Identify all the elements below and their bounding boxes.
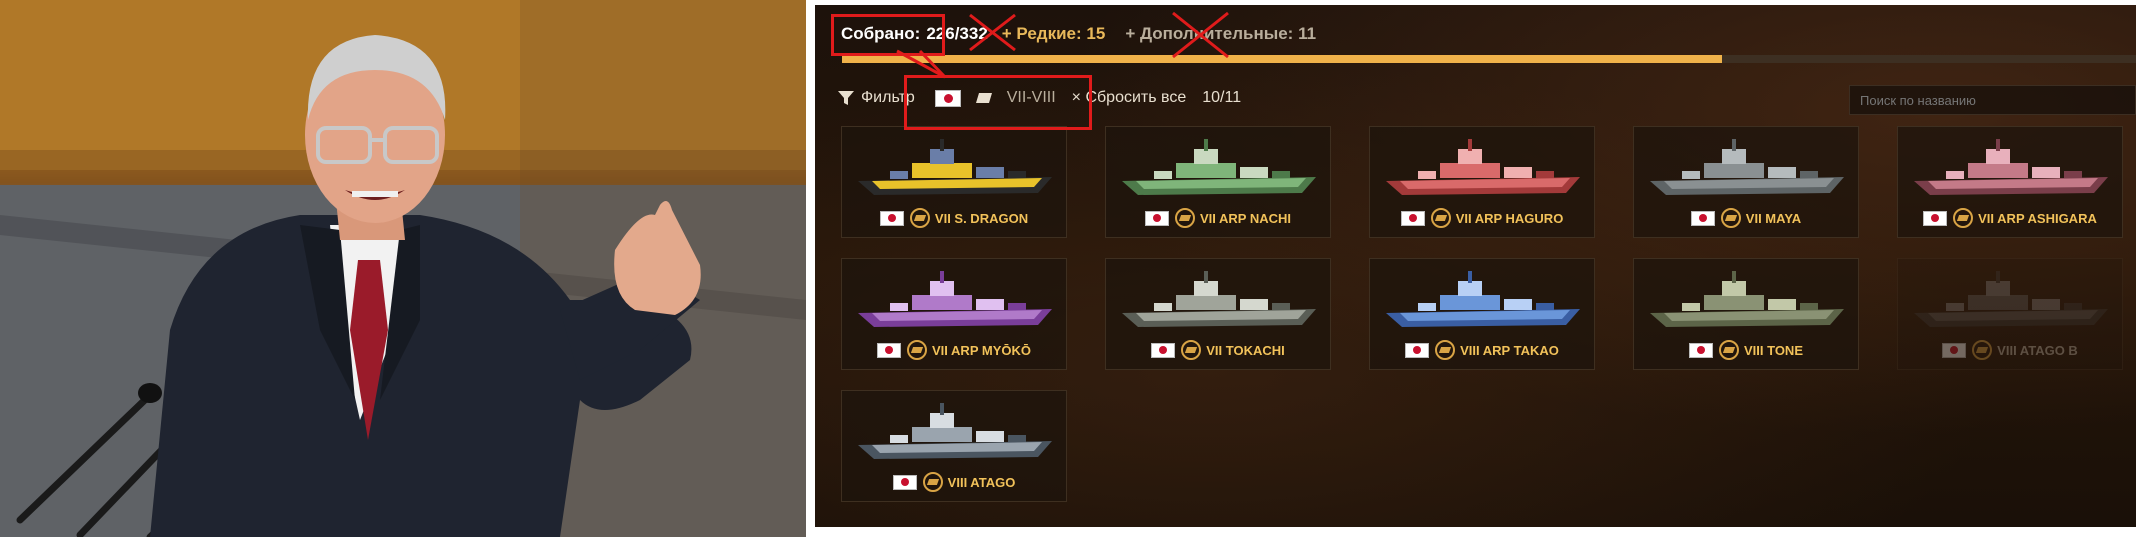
cruiser-class-icon [909, 208, 930, 228]
ship-label: VIII ARP TAKAO [1370, 339, 1594, 361]
japan-flag-icon [877, 342, 902, 358]
ship-image [1650, 139, 1844, 195]
ship-card[interactable]: VII ARP ASHIGARA [1897, 126, 2123, 238]
japan-flag-icon [879, 210, 904, 226]
collection-panel: Собрано: 226/332 + Редкие: 15 + Дополните… [815, 5, 2136, 527]
ship-card[interactable]: VII S. DRAGON [841, 126, 1067, 238]
ship-name: VIII TONE [1744, 342, 1803, 358]
ship-name: VII ARP ASHIGARA [1978, 210, 2097, 226]
speaker-illustration [0, 0, 806, 537]
ship-image [1386, 271, 1580, 327]
ship-image [1386, 139, 1580, 195]
ship-name: VII ARP MYŌKŌ [932, 342, 1031, 358]
cruiser-class-icon [1720, 208, 1741, 228]
ship-card[interactable]: VIII TONE [1633, 258, 1859, 370]
ship-card[interactable]: VII MAYA [1633, 126, 1859, 238]
cruiser-class-icon [1174, 208, 1195, 228]
ship-image [858, 139, 1052, 195]
ship-image [858, 271, 1052, 327]
japan-flag-icon [1400, 210, 1425, 226]
ship-image [858, 403, 1052, 459]
japan-flag-icon [1144, 210, 1169, 226]
ship-label: VIII TONE [1634, 339, 1858, 361]
ship-label: VIII ATAGO B [1898, 339, 2122, 361]
cruiser-class-icon [1953, 208, 1974, 228]
ship-image [1122, 139, 1316, 195]
ship-name: VIII ARP TAKAO [1460, 342, 1559, 358]
ship-card[interactable]: VII ARP NACHI [1105, 126, 1331, 238]
ship-card[interactable]: VII ARP MYŌKŌ [841, 258, 1067, 370]
japan-flag-icon [892, 474, 917, 490]
ship-name: VII S. DRAGON [934, 210, 1029, 226]
ship-card[interactable]: VII TOKACHI [1105, 258, 1331, 370]
japan-flag-icon [1690, 210, 1715, 226]
ship-label: VII S. DRAGON [842, 207, 1066, 229]
ship-name: VII MAYA [1745, 210, 1802, 226]
ship-name: VII ARP HAGURO [1455, 210, 1564, 226]
cruiser-class-icon [1430, 208, 1451, 228]
ship-image [1914, 271, 2108, 327]
filter-result-count: 10/11 [1202, 89, 1242, 106]
cruiser-class-icon [1719, 340, 1739, 360]
ship-card[interactable]: VIII ATAGO B [1897, 258, 2123, 370]
ship-image [1650, 271, 1844, 327]
cruiser-class-icon [1181, 340, 1202, 360]
japan-flag-icon [1689, 342, 1713, 358]
annotation-lines [896, 13, 1016, 79]
cruiser-class-icon [1435, 340, 1456, 360]
ship-image [1122, 271, 1316, 327]
japan-flag-icon [1405, 342, 1430, 358]
ship-label: VII ARP ASHIGARA [1898, 207, 2122, 229]
cruiser-class-icon [907, 340, 928, 360]
japan-flag-icon [1151, 342, 1176, 358]
ship-label: VII MAYA [1634, 207, 1858, 229]
ship-label: VII ARP MYŌKŌ [842, 339, 1066, 361]
speaker-photo [0, 0, 806, 537]
ship-name: VIII ATAGO B [1997, 342, 2078, 358]
cruiser-class-icon [922, 472, 943, 492]
ship-label: VII ARP HAGURO [1370, 207, 1594, 229]
filter-icon[interactable] [837, 89, 855, 107]
ship-label: VII TOKACHI [1106, 339, 1330, 361]
ship-name: VII TOKACHI [1206, 342, 1285, 358]
annotation-cross-extra [1172, 11, 1229, 59]
ship-card[interactable]: VIII ARP TAKAO [1369, 258, 1595, 370]
ship-label: VIII ATAGO [842, 471, 1066, 493]
ship-card[interactable]: VIII ATAGO [841, 390, 1067, 502]
cruiser-class-icon [1972, 340, 1993, 360]
japan-flag-icon [1923, 210, 1948, 226]
ship-name: VIII ATAGO [947, 474, 1016, 490]
japan-flag-icon [1942, 342, 1967, 358]
ship-card[interactable]: VII ARP HAGURO [1369, 126, 1595, 238]
search-input[interactable] [1849, 85, 2136, 115]
ship-name: VII ARP NACHI [1199, 210, 1291, 226]
ship-image [1914, 139, 2108, 195]
ship-label: VII ARP NACHI [1106, 207, 1330, 229]
